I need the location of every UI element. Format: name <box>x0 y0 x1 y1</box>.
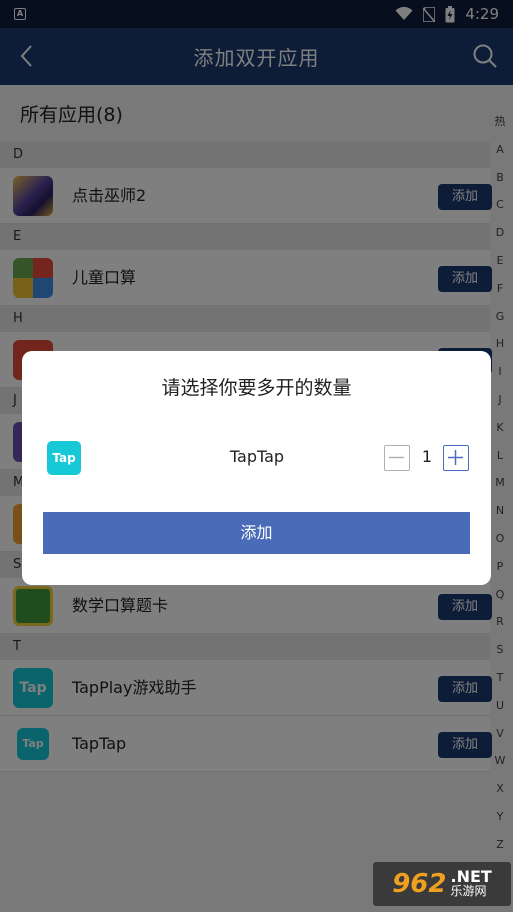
taptap-icon: Tap <box>47 441 81 475</box>
plus-icon <box>448 450 463 465</box>
decrement-button[interactable] <box>384 445 410 471</box>
dialog-app-name: TapTap <box>229 447 285 466</box>
quantity-value: 1 <box>421 447 433 466</box>
watermark-site: 乐游网 <box>450 884 487 898</box>
dialog-add-button[interactable]: 添加 <box>43 512 470 554</box>
watermark-number: 962 <box>392 869 447 899</box>
dialog-title: 请选择你要多开的数量 <box>161 377 352 399</box>
site-watermark: 962 .NET 乐游网 <box>373 862 511 906</box>
count-select-dialog: 请选择你要多开的数量 Tap TapTap 1 添加 <box>22 351 491 585</box>
minus-icon <box>389 456 404 459</box>
increment-button[interactable] <box>443 445 469 471</box>
watermark-net: .NET <box>450 867 492 886</box>
